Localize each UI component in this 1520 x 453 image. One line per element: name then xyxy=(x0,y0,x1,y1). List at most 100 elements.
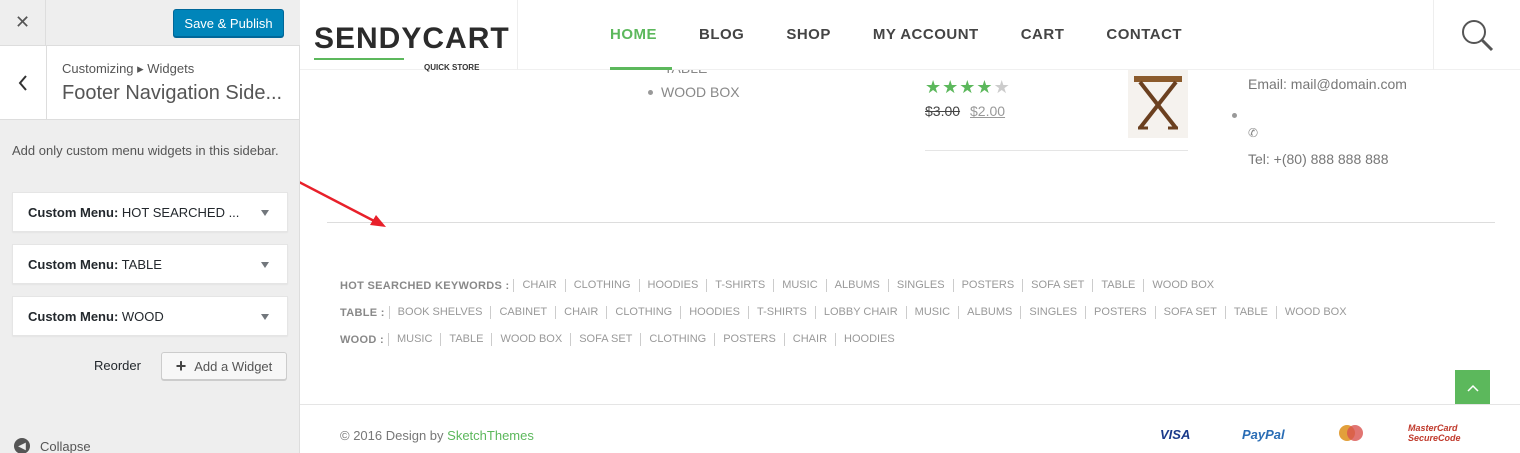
keyword-link[interactable]: HOODIES xyxy=(638,279,707,292)
stool-icon xyxy=(1134,76,1182,130)
panel-title: Footer Navigation Side... xyxy=(62,82,283,104)
keyword-link[interactable]: T-SHIRTS xyxy=(706,279,773,292)
keyword-link[interactable]: HOODIES xyxy=(680,306,748,319)
product-image[interactable] xyxy=(1128,68,1188,138)
star-half-icon: ★ xyxy=(993,77,1010,97)
keyword-link[interactable]: T-SHIRTS xyxy=(747,306,815,319)
widget-title: Custom Menu: WOOD xyxy=(28,309,164,324)
collapse-icon: ◀ xyxy=(14,438,30,453)
search-icon xyxy=(1462,20,1494,52)
contact-tel: Tel: +(80) 888 888 888 xyxy=(1248,151,1389,167)
expand-arrow-icon[interactable] xyxy=(261,210,269,216)
nav-cart[interactable]: CART xyxy=(1021,26,1065,43)
divider xyxy=(925,150,1188,151)
add-widget-button[interactable]: + Add a Widget xyxy=(161,352,287,380)
keyword-link[interactable]: POSTERS xyxy=(1085,306,1155,319)
add-widget-label: Add a Widget xyxy=(194,358,273,374)
star-icon: ★ xyxy=(942,77,959,97)
search-button[interactable] xyxy=(1433,0,1520,70)
keyword-link[interactable]: WOOD BOX xyxy=(1143,279,1222,292)
site-header: SENDYCART QUICK STORE HOME BLOG SHOP MY … xyxy=(300,0,1520,72)
star-icon: ★ xyxy=(959,77,976,97)
bullet-icon xyxy=(648,89,653,95)
rating-stars: ★ ★ ★ ★ ★ xyxy=(925,78,1010,96)
keyword-link[interactable]: BOOK SHELVES xyxy=(388,306,491,319)
keyword-row-table: TABLE : BOOK SHELVES CABINET CHAIR CLOTH… xyxy=(340,306,1355,319)
mastercard-icon xyxy=(1336,423,1366,443)
contact-email: Email: mail@domain.com xyxy=(1248,76,1407,92)
collapse-button[interactable]: ◀ Collapse xyxy=(14,438,91,453)
plus-icon: + xyxy=(175,356,187,376)
active-nav-indicator xyxy=(610,67,672,70)
expand-arrow-icon[interactable] xyxy=(261,314,269,320)
back-button[interactable] xyxy=(0,46,47,119)
keyword-link[interactable]: LOBBY CHAIR xyxy=(814,306,906,319)
keyword-link[interactable]: TABLE xyxy=(1092,279,1143,292)
widget-hot-searched[interactable]: Custom Menu: HOT SEARCHED ... xyxy=(12,192,288,232)
keyword-link[interactable]: CLOTHING xyxy=(606,306,680,319)
nav-shop[interactable]: SHOP xyxy=(786,26,831,43)
keyword-link[interactable]: POSTERS xyxy=(714,333,784,346)
breadcrumb: Customizing ▸ Widgets xyxy=(62,61,195,76)
keyword-link[interactable]: MUSIC xyxy=(387,333,440,346)
customizer-header: ✕ Save & Publish xyxy=(0,0,300,46)
panel-header: Customizing ▸ Widgets Footer Navigation … xyxy=(0,46,299,120)
sidebar-description: Add only custom menu widgets in this sid… xyxy=(12,143,279,158)
nav-blog[interactable]: BLOG xyxy=(699,26,744,43)
annotation-arrow xyxy=(300,181,386,227)
keyword-link[interactable]: TABLE xyxy=(1224,306,1276,319)
logo-underline xyxy=(314,58,404,60)
keyword-link[interactable]: SOFA SET xyxy=(1154,306,1225,319)
logo-text: SENDYCART xyxy=(314,22,510,55)
keyword-link[interactable]: HOODIES xyxy=(835,333,903,346)
keyword-link[interactable]: SOFA SET xyxy=(570,333,640,346)
keyword-row-hot-searched: HOT SEARCHED KEYWORDS : CHAIR CLOTHING H… xyxy=(340,279,1222,292)
nav-contact[interactable]: CONTACT xyxy=(1106,26,1182,43)
site-preview: TABLE WOOD BOX ★ ★ ★ ★ ★ $3.00 $2.00 Ema… xyxy=(300,0,1520,453)
close-icon: ✕ xyxy=(14,12,31,32)
keyword-link[interactable]: SINGLES xyxy=(1020,306,1085,319)
keyword-link[interactable]: POSTERS xyxy=(952,279,1023,292)
keyword-link[interactable]: CHAIR xyxy=(783,333,835,346)
nav-home[interactable]: HOME xyxy=(610,26,657,43)
widget-table[interactable]: Custom Menu: TABLE xyxy=(12,244,288,284)
keyword-link[interactable]: CLOTHING xyxy=(640,333,714,346)
bullet-icon xyxy=(1232,105,1237,123)
price-new[interactable]: $2.00 xyxy=(970,103,1005,119)
list-item[interactable]: WOOD BOX xyxy=(648,84,740,100)
widget-wood[interactable]: Custom Menu: WOOD xyxy=(12,296,288,336)
keyword-link[interactable]: ALBUMS xyxy=(825,279,888,292)
scroll-to-top-button[interactable] xyxy=(1455,370,1490,405)
keyword-link[interactable]: TABLE xyxy=(440,333,491,346)
keyword-link[interactable]: WOOD BOX xyxy=(1275,306,1355,319)
copyright: © 2016 Design by SketchThemes xyxy=(340,428,534,443)
reorder-link[interactable]: Reorder xyxy=(94,358,141,373)
close-customizer-button[interactable]: ✕ xyxy=(0,0,46,45)
main-nav: HOME BLOG SHOP MY ACCOUNT CART CONTACT xyxy=(610,26,1224,43)
expand-arrow-icon[interactable] xyxy=(261,262,269,268)
widget-title: Custom Menu: HOT SEARCHED ... xyxy=(28,205,240,220)
keyword-link[interactable]: SOFA SET xyxy=(1022,279,1092,292)
visa-icon: VISA xyxy=(1160,427,1191,442)
keyword-link[interactable]: CABINET xyxy=(490,306,555,319)
keyword-link[interactable]: CHAIR xyxy=(513,279,564,292)
logo[interactable]: SENDYCART QUICK STORE xyxy=(300,0,518,72)
brand-link[interactable]: SketchThemes xyxy=(447,428,534,443)
keyword-link[interactable]: MUSIC xyxy=(905,306,958,319)
keyword-label: HOT SEARCHED KEYWORDS : xyxy=(340,279,510,292)
logo-subtitle: QUICK STORE xyxy=(424,63,480,72)
keyword-link[interactable]: CHAIR xyxy=(555,306,606,319)
keyword-link[interactable]: MUSIC xyxy=(773,279,825,292)
keyword-link[interactable]: SINGLES xyxy=(887,279,953,292)
phone-icon: ✆ xyxy=(1248,126,1259,140)
paypal-icon: PayPal xyxy=(1242,427,1285,442)
footer-bottom-bar: © 2016 Design by SketchThemes VISA PayPa… xyxy=(300,404,1520,453)
widget-title: Custom Menu: TABLE xyxy=(28,257,162,272)
keyword-link[interactable]: ALBUMS xyxy=(958,306,1020,319)
mastercard-securecode-icon: MasterCard SecureCode xyxy=(1408,423,1461,443)
keyword-link[interactable]: CLOTHING xyxy=(564,279,639,292)
save-publish-button[interactable]: Save & Publish xyxy=(173,9,284,37)
keyword-link[interactable]: WOOD BOX xyxy=(491,333,570,346)
collapse-label: Collapse xyxy=(40,438,91,453)
nav-my-account[interactable]: MY ACCOUNT xyxy=(873,26,979,43)
